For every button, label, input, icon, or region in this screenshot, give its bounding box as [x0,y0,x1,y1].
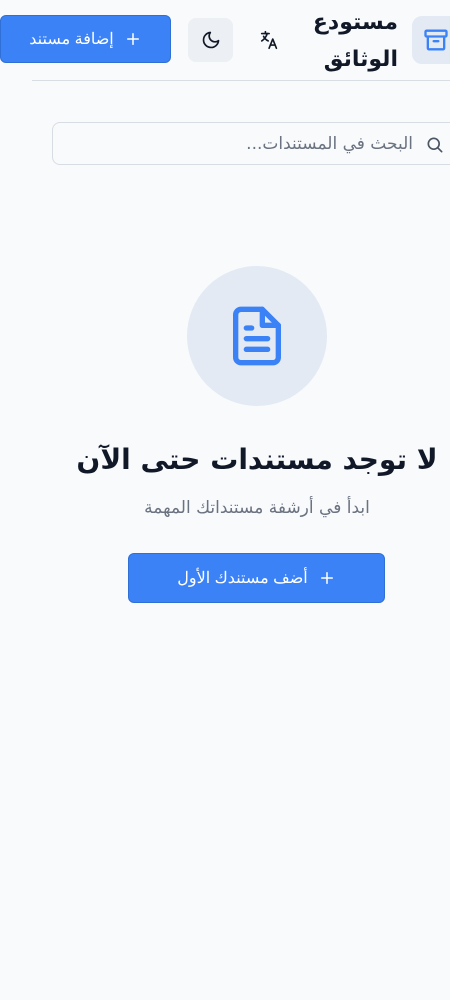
add-first-document-button[interactable]: أضف مستندك الأول [128,553,385,603]
translate-icon [260,30,278,50]
add-document-button[interactable]: إضافة مستند [0,15,171,63]
moon-icon [202,31,219,49]
add-document-label: إضافة مستند [29,31,114,48]
app-logo [412,16,450,64]
archive-box-icon [424,29,448,51]
theme-toggle-button[interactable] [188,18,233,62]
empty-state-subtitle: ابدأ في أرشفة مستنداتك المهمة [144,498,370,518]
app-header: مستودع الوثائق إضافة مستند [0,0,450,80]
app-title: مستودع الوثائق [312,10,398,72]
search-input[interactable] [113,123,413,164]
add-first-document-label: أضف مستندك الأول [177,570,308,587]
document-icon [233,306,281,366]
empty-state-icon-circle [187,266,327,406]
search-box [52,122,450,165]
search-icon [427,137,443,153]
plus-icon [126,33,139,45]
language-toggle-button[interactable] [248,18,292,62]
empty-state-title: لا توجد مستندات حتى الآن [76,443,438,476]
header-divider [32,80,450,81]
plus-icon [320,572,333,584]
